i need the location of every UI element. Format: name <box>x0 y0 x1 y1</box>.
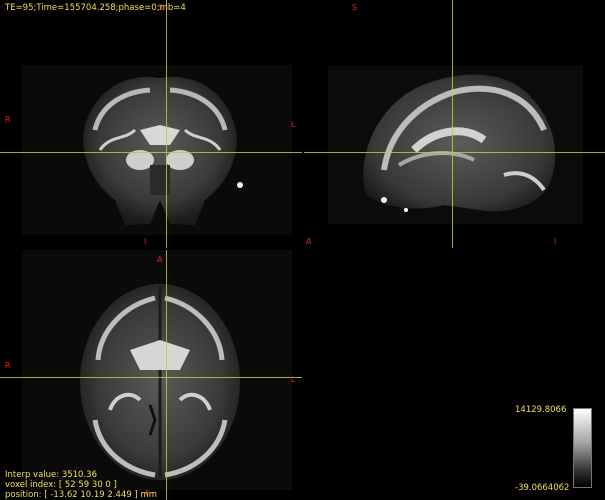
mri-viewer: S R L I S A I A R L P TE=95;Time=155704.… <box>0 0 605 500</box>
crosshair-vertical <box>166 250 167 500</box>
orientation-inferior-label: I <box>554 237 557 246</box>
orientation-inferior-label: I <box>144 237 147 246</box>
colorbar-min-label: -39.0664062 <box>515 483 570 493</box>
axial-slice-image <box>22 250 292 490</box>
voxel-index-readout: voxel index: [ 52 59 30 0 ] <box>5 480 117 490</box>
crosshair-horizontal <box>0 152 302 153</box>
coronal-slice-image <box>22 65 292 235</box>
colorbar-max-label: 14129.8066 <box>515 405 567 415</box>
position-readout: position: [ -13.62 10.19 2.449 ] mm <box>5 490 158 500</box>
orientation-right-label: R <box>5 361 11 370</box>
interp-value-readout: Interp value: 3510.36 <box>5 470 97 480</box>
axial-view[interactable]: A R L P <box>0 250 302 500</box>
sagittal-view[interactable]: S A I <box>304 0 605 248</box>
orientation-anterior-label: A <box>306 237 312 246</box>
grayscale-colorbar <box>573 408 592 488</box>
orientation-anterior-label: A <box>157 255 163 264</box>
orientation-right-label: R <box>5 115 11 124</box>
crosshair-vertical <box>166 0 167 248</box>
orientation-left-label: L <box>291 120 296 129</box>
orientation-left-label: L <box>291 375 296 384</box>
coronal-view[interactable]: S R L I <box>0 0 302 248</box>
orientation-superior-label: S <box>352 3 358 12</box>
acquisition-header: TE=95;Time=155704.258;phase=0;mb=4 <box>5 3 186 13</box>
crosshair-horizontal <box>0 377 302 378</box>
sagittal-slice-image <box>328 66 583 224</box>
crosshair-vertical <box>452 0 453 248</box>
crosshair-horizontal <box>304 152 605 153</box>
